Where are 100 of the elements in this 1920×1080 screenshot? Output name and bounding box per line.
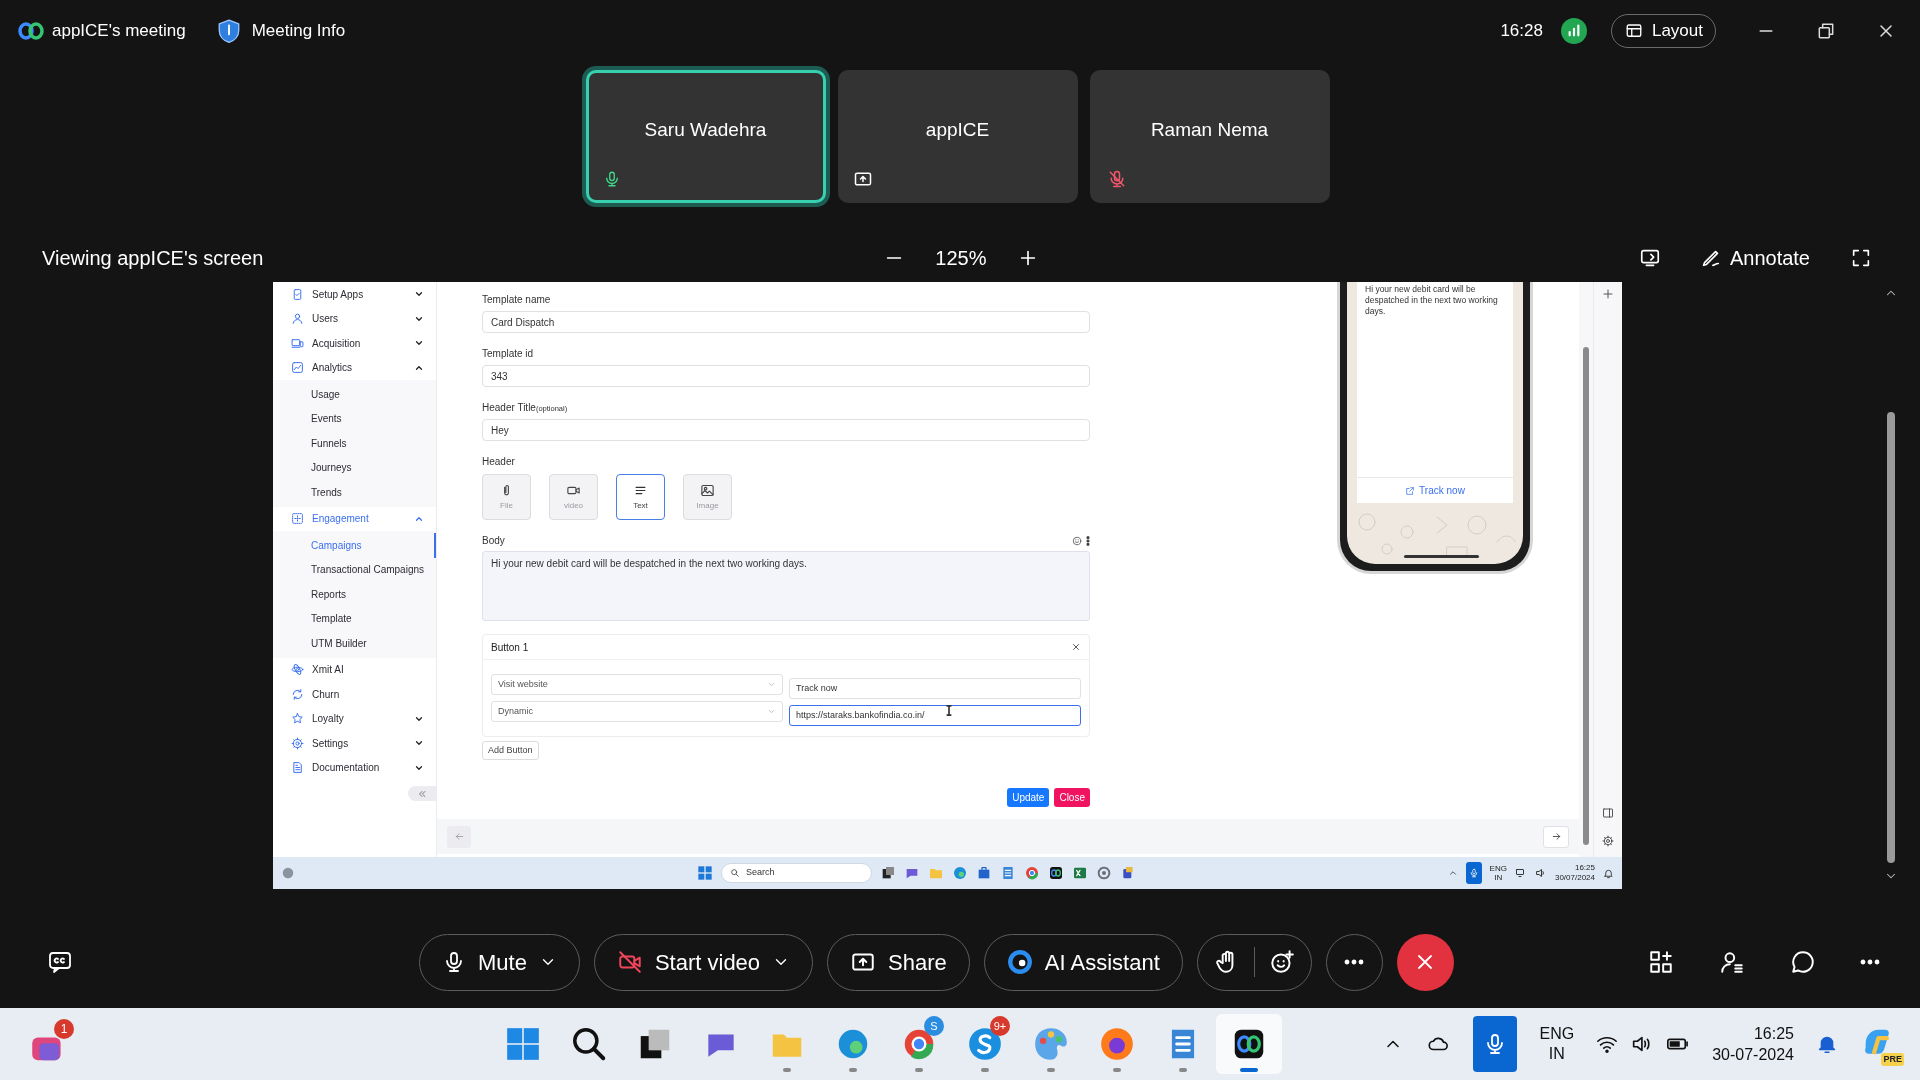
taskbar-app[interactable]: 9+ bbox=[952, 1014, 1018, 1074]
webex-logo-icon bbox=[18, 21, 44, 41]
app-badge: S bbox=[924, 1016, 944, 1036]
sidebar-item[interactable]: Settings bbox=[273, 731, 436, 756]
microphone-tray-button[interactable] bbox=[1473, 1016, 1518, 1072]
sidebar-item[interactable]: Users bbox=[273, 306, 436, 331]
fullscreen-icon[interactable] bbox=[1850, 247, 1872, 269]
field-label: Template id bbox=[482, 347, 534, 361]
add-button[interactable]: Add Button bbox=[482, 741, 539, 760]
sidebar-item[interactable]: Setup Apps bbox=[273, 282, 436, 307]
emoji-icon[interactable] bbox=[1072, 535, 1082, 546]
microphone-tray-button[interactable] bbox=[1465, 862, 1482, 884]
annotate-button[interactable]: Annotate bbox=[1699, 243, 1810, 273]
dropdown[interactable]: Dynamic bbox=[491, 701, 783, 722]
search-field[interactable]: Search bbox=[721, 863, 872, 883]
text-cursor-icon bbox=[946, 705, 952, 716]
sidebar-subitem[interactable]: Journeys bbox=[273, 455, 436, 480]
language-indicator[interactable]: IN bbox=[1494, 873, 1503, 882]
zoom-level: 125% bbox=[935, 246, 987, 271]
more-icon bbox=[1344, 959, 1365, 965]
text-field[interactable]: Card Dispatch bbox=[482, 311, 1090, 333]
sidebar-item-icon bbox=[291, 312, 304, 326]
settings-icon[interactable] bbox=[1602, 835, 1614, 847]
chevron-down-icon bbox=[767, 680, 776, 689]
update-button[interactable]: Update bbox=[1007, 788, 1050, 807]
viewing-label: Viewing appICE's screen bbox=[42, 246, 264, 271]
language-indicator[interactable]: IN bbox=[1548, 1044, 1565, 1064]
sidebar-item-icon bbox=[291, 361, 304, 375]
chat-icon[interactable] bbox=[1790, 949, 1816, 975]
taskbar-app[interactable] bbox=[1216, 1014, 1282, 1074]
text-field[interactable]: 343 bbox=[482, 365, 1090, 387]
sidebar-subitem[interactable]: UTM Builder bbox=[273, 631, 436, 656]
sidebar-item[interactable]: Analytics bbox=[273, 355, 436, 380]
arrow-right-icon bbox=[1550, 831, 1562, 842]
reaction-icon[interactable] bbox=[1268, 949, 1295, 975]
dropdown[interactable]: Visit website bbox=[491, 674, 783, 695]
meeting-info-button[interactable]: Meeting Info bbox=[215, 17, 346, 45]
text-field[interactable]: https://staraks.bankofindia.co.in/ bbox=[789, 704, 1081, 726]
sidebar-subitem[interactable]: Transactional Campaigns bbox=[273, 557, 436, 582]
meeting-title: appICE's meeting bbox=[52, 20, 186, 43]
clock-date[interactable]: 30/07/2024 bbox=[1554, 873, 1595, 883]
arrow-left-icon bbox=[453, 831, 465, 842]
volume-icon[interactable] bbox=[1534, 867, 1547, 879]
kebab-menu-icon[interactable] bbox=[1086, 535, 1090, 546]
notification-badge: 1 bbox=[54, 1019, 74, 1039]
sidebar-subitem[interactable]: Reports bbox=[273, 582, 436, 607]
scrollbar[interactable] bbox=[1579, 282, 1593, 857]
sidebar-item[interactable]: Acquisition bbox=[273, 331, 436, 356]
taskbar-app-icon[interactable] bbox=[1048, 865, 1064, 881]
sidebar-subitem[interactable]: Usage bbox=[273, 382, 436, 407]
taskbar-app[interactable]: S bbox=[886, 1014, 952, 1074]
screen-share-icon bbox=[852, 169, 873, 189]
notification-bell-icon[interactable] bbox=[1603, 867, 1614, 879]
sidebar-item[interactable]: Churn bbox=[273, 682, 436, 707]
header-type-button[interactable]: Text bbox=[616, 474, 665, 520]
sidebar-subitem[interactable]: Funnels bbox=[273, 431, 436, 456]
add-icon[interactable] bbox=[1602, 288, 1614, 300]
microphone-icon bbox=[1468, 868, 1479, 878]
sidebar-subitem[interactable]: Campaigns bbox=[273, 533, 436, 558]
scrollbar-thumb[interactable] bbox=[1887, 412, 1895, 863]
sidebar-item-icon bbox=[291, 512, 304, 526]
text-field[interactable]: Hey bbox=[482, 419, 1090, 441]
sidebar-subitem[interactable]: Template bbox=[273, 606, 436, 631]
more-icon[interactable] bbox=[1860, 959, 1880, 965]
network-icon[interactable] bbox=[1514, 867, 1527, 879]
close-button[interactable]: Close bbox=[1054, 788, 1090, 807]
network-signal-icon bbox=[1560, 18, 1587, 44]
header-type-icon bbox=[700, 482, 715, 498]
participant-name: Saru Wadehra bbox=[644, 118, 767, 143]
chevron-down-icon bbox=[767, 707, 776, 716]
clock-date[interactable]: 30-07-2024 bbox=[1712, 1044, 1794, 1065]
captions-icon[interactable] bbox=[46, 950, 74, 974]
sidebar-subitem[interactable]: Trends bbox=[273, 480, 436, 505]
participants-icon[interactable] bbox=[1718, 949, 1746, 975]
clock-time[interactable]: 16:25 bbox=[1753, 1023, 1794, 1044]
apps-icon[interactable] bbox=[1648, 949, 1674, 975]
sidebar-item[interactable]: Documentation bbox=[273, 755, 436, 780]
message-text: Hi your new debit card will be despatched in the next two working days. bbox=[1364, 283, 1499, 317]
field-label: Header bbox=[482, 455, 515, 469]
close-icon[interactable] bbox=[1071, 642, 1081, 652]
start-icon[interactable] bbox=[697, 865, 713, 881]
message-action-button[interactable]: Track now bbox=[1357, 477, 1513, 503]
sidebar-item-icon bbox=[291, 336, 304, 350]
language-indicator[interactable]: ENG bbox=[1489, 864, 1507, 873]
sidebar-item[interactable]: Engagement bbox=[273, 506, 436, 531]
app-icon bbox=[570, 1025, 608, 1063]
language-indicator[interactable]: ENG bbox=[1539, 1024, 1575, 1044]
restore-icon[interactable] bbox=[1816, 21, 1836, 41]
sidebar-item-icon bbox=[291, 687, 304, 701]
sidebar-subitem[interactable]: Events bbox=[273, 406, 436, 431]
search-icon bbox=[730, 868, 740, 878]
text-field[interactable]: Track now bbox=[789, 677, 1081, 699]
sidebar-item[interactable]: Loyalty bbox=[273, 706, 436, 731]
taskbar-app-icon[interactable] bbox=[880, 865, 896, 881]
field-label: Header Title bbox=[482, 401, 536, 415]
body-text-area[interactable]: Hi your new debit card will be despatched in the next two working days. bbox=[482, 551, 1090, 621]
sidebar-toggle-icon[interactable] bbox=[1602, 807, 1614, 819]
sidebar-item-icon bbox=[291, 761, 304, 775]
sidebar-item[interactable]: Xmit AI bbox=[273, 657, 436, 682]
clock-time[interactable]: 16:25 bbox=[1574, 863, 1595, 873]
